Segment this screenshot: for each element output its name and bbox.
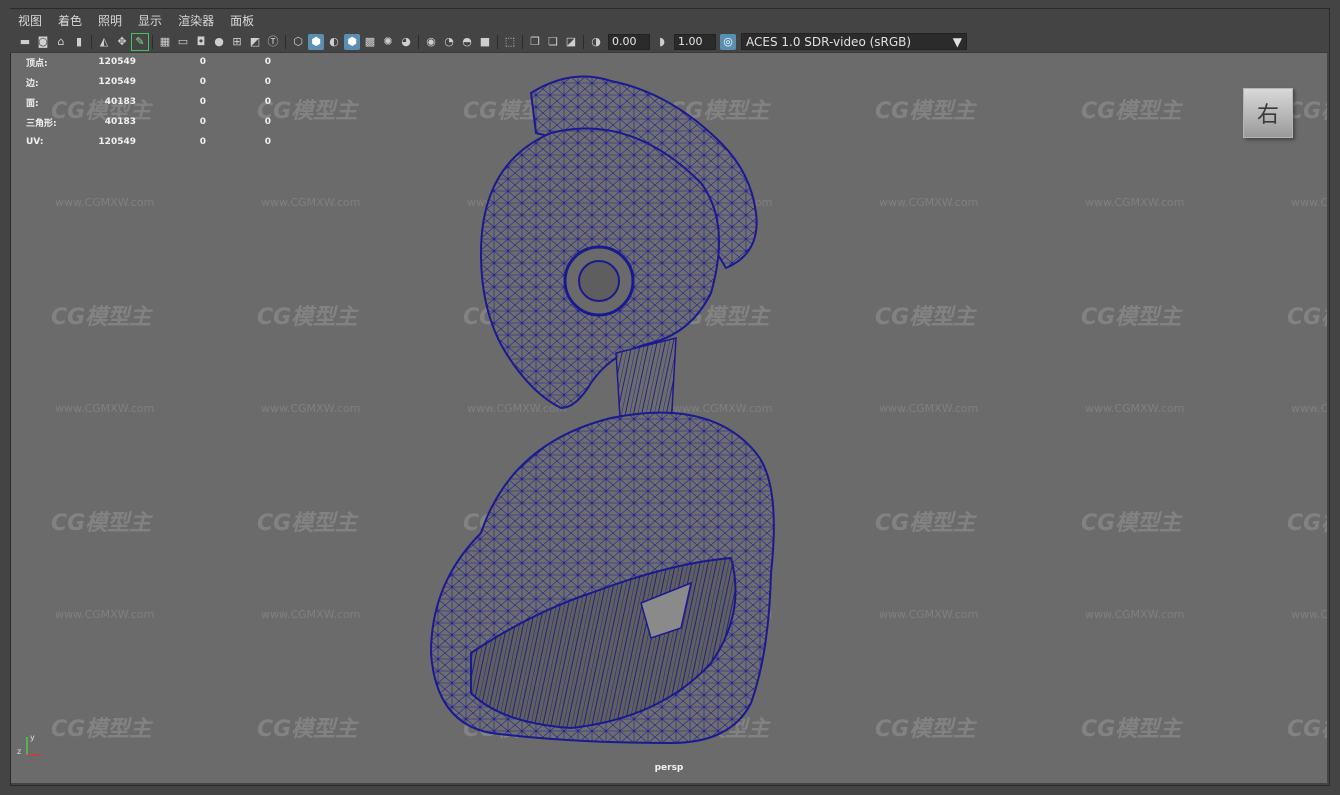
gamma-field[interactable]: 1.00 — [674, 33, 716, 50]
gamma-icon[interactable]: ◗ — [654, 34, 670, 50]
pencil-icon[interactable]: ✎ — [131, 32, 149, 51]
hud-value: 0 — [199, 77, 206, 87]
hud-value: 0 — [199, 57, 206, 67]
hud-value: 0 — [264, 117, 271, 127]
axis-z-label: z — [17, 747, 21, 756]
hud-label: 三角形: — [26, 118, 57, 129]
chevron-down-icon: ▼ — [952, 34, 962, 49]
3d-viewport[interactable]: CG模型主CG模型主CG模型主CG模型主CG模型主CG模型主CG模型主www.C… — [11, 53, 1327, 783]
view-cube[interactable]: 右 — [1243, 88, 1293, 138]
anti-aliasing-icon[interactable]: ◓ — [459, 34, 475, 50]
menu-view[interactable]: 视图 — [10, 12, 50, 29]
bookmark-camera-icon[interactable]: ⌂ — [53, 34, 69, 50]
safe-title-icon[interactable]: Ⓣ — [265, 34, 281, 50]
hud-label: 边: — [26, 78, 39, 89]
grease-pencil-icon[interactable]: ✥ — [114, 34, 130, 50]
smooth-shade-icon[interactable]: ⬢ — [308, 33, 324, 50]
exposure-icon[interactable]: ◑ — [588, 34, 604, 50]
menu-renderer[interactable]: 渲染器 — [170, 12, 222, 29]
menu-panels[interactable]: 面板 — [222, 12, 262, 29]
isolate-select-icon[interactable]: ⬚ — [502, 34, 518, 50]
hud-row-edges: 边: 120549 0 0 — [26, 72, 271, 92]
hud-row-faces: 面: 40183 0 0 — [26, 92, 271, 112]
hud-label: 顶点: — [26, 58, 48, 69]
exposure-field[interactable]: 0.00 — [608, 33, 650, 50]
hud-value: 40183 — [104, 97, 136, 107]
textured-icon[interactable]: ▩ — [362, 34, 378, 50]
lights-icon[interactable]: ✺ — [380, 34, 396, 50]
poly-count-hud: 顶点: 120549 0 0 边: 120549 0 0 面: 40183 0 … — [26, 53, 271, 152]
hud-value: 0 — [264, 77, 271, 87]
xray-joints-icon[interactable]: ❏ — [545, 34, 561, 50]
screen-space-ao-icon[interactable]: ◉ — [423, 34, 439, 50]
film-gate-icon[interactable]: ▭ — [175, 34, 191, 50]
hud-value: 0 — [199, 137, 206, 147]
hud-value: 0 — [199, 97, 206, 107]
safe-action-icon[interactable]: ◩ — [247, 34, 263, 50]
hud-value: 40183 — [104, 117, 136, 127]
hud-value: 120549 — [98, 57, 136, 67]
hud-label: 面: — [26, 98, 39, 109]
color-space-value: ACES 1.0 SDR-video (sRGB) — [746, 34, 912, 49]
image-plane-icon[interactable]: ▮ — [71, 34, 87, 50]
gate-mask-icon[interactable]: ● — [211, 34, 227, 50]
hud-row-triangles: 三角形: 40183 0 0 — [26, 112, 271, 132]
select-camera-icon[interactable]: ▬ — [17, 34, 33, 50]
xray-components-icon[interactable]: ◪ — [563, 34, 579, 50]
default-material-icon[interactable]: ◐ — [326, 34, 342, 50]
depth-of-field-icon[interactable]: ■ — [477, 34, 493, 50]
panel-menu-bar: 视图 着色 照明 显示 渲染器 面板 — [10, 9, 1328, 31]
motion-blur-icon[interactable]: ◔ — [441, 34, 457, 50]
hud-row-vertices: 顶点: 120549 0 0 — [26, 53, 271, 72]
resolution-gate-icon[interactable]: ◘ — [193, 34, 209, 50]
axis-y-label: y — [30, 733, 35, 742]
shadows-icon[interactable]: ◕ — [398, 34, 414, 50]
field-chart-icon[interactable]: ⊞ — [229, 34, 245, 50]
hud-value: 120549 — [98, 137, 136, 147]
hud-row-uvs: UV: 120549 0 0 — [26, 132, 271, 152]
color-management-icon[interactable]: ◎ — [720, 33, 736, 50]
camera-attributes-icon[interactable]: ◙ — [35, 34, 51, 50]
menu-shading[interactable]: 着色 — [50, 12, 90, 29]
grid-icon[interactable]: ▦ — [157, 34, 173, 50]
hud-value: 0 — [199, 117, 206, 127]
wireframe-icon[interactable]: ⬡ — [290, 34, 306, 50]
panel-toolbar: ▬ ◙ ⌂ ▮ ◭ ✥ ✎ ▦ ▭ ◘ ● ⊞ ◩ Ⓣ ⬡ ⬢ ◐ ⬢ ▩ ✺ … — [10, 31, 1328, 53]
xray-icon[interactable]: ❐ — [527, 34, 543, 50]
axis-gizmo: y z — [17, 733, 41, 756]
hud-label: UV: — [26, 137, 44, 147]
hud-value: 120549 — [98, 77, 136, 87]
menu-show[interactable]: 显示 — [130, 12, 170, 29]
camera-name-label: persp — [654, 763, 684, 773]
color-space-dropdown[interactable]: ACES 1.0 SDR-video (sRGB) ▼ — [741, 33, 967, 50]
hud-value: 0 — [264, 137, 271, 147]
hud-value: 0 — [264, 97, 271, 107]
menu-lighting[interactable]: 照明 — [90, 12, 130, 29]
2d-pan-zoom-icon[interactable]: ◭ — [96, 34, 112, 50]
wireframe-model[interactable] — [11, 53, 1327, 783]
hud-value: 0 — [264, 57, 271, 67]
wireframe-on-shaded-icon[interactable]: ⬢ — [344, 33, 360, 50]
